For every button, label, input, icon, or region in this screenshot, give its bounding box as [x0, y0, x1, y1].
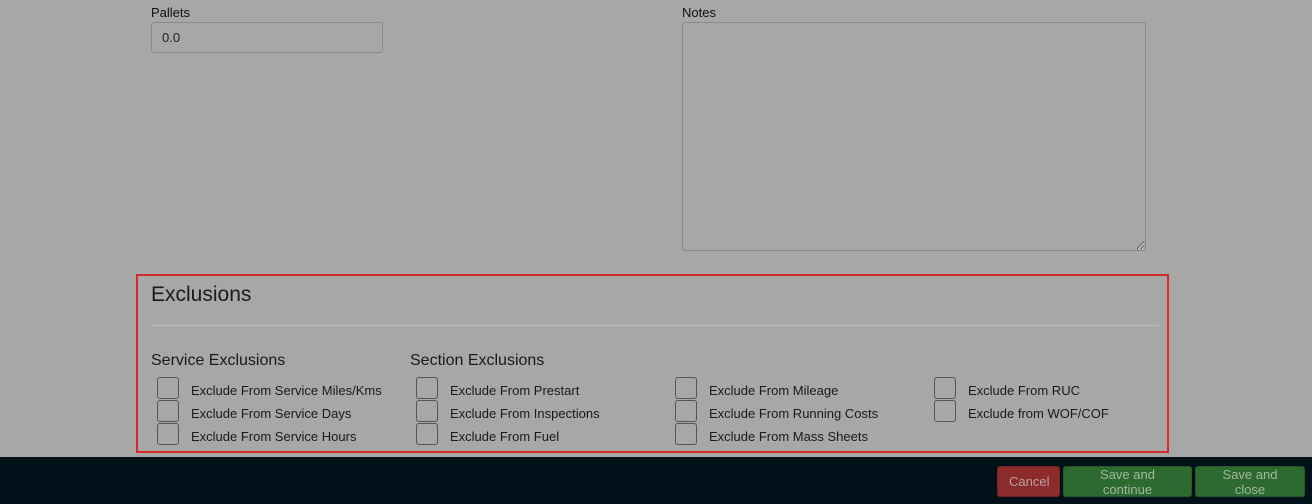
exclusions-divider	[151, 325, 1159, 326]
service-exclusions-heading: Service Exclusions	[151, 352, 286, 369]
checkbox-label: Exclude From Prestart	[450, 383, 580, 398]
footer-bar: Cancel Save and continue Save and close	[0, 457, 1312, 504]
checkbox-box[interactable]	[416, 423, 438, 445]
checkbox-box[interactable]	[675, 423, 697, 445]
checkbox-exclude-service-miles[interactable]: Exclude From Service Miles/Kms	[157, 377, 382, 399]
checkbox-exclude-service-days[interactable]: Exclude From Service Days	[157, 400, 351, 422]
section-exclusions-heading: Section Exclusions	[410, 352, 545, 369]
checkbox-exclude-running-costs[interactable]: Exclude From Running Costs	[675, 400, 878, 422]
checkbox-exclude-service-hours[interactable]: Exclude From Service Hours	[157, 423, 356, 445]
checkbox-label: Exclude From RUC	[968, 383, 1080, 398]
cancel-button[interactable]: Cancel	[997, 466, 1060, 497]
notes-label: Notes	[682, 5, 716, 20]
checkbox-box[interactable]	[934, 400, 956, 422]
checkbox-exclude-wof-cof[interactable]: Exclude from WOF/COF	[934, 400, 1109, 422]
checkbox-box[interactable]	[157, 400, 179, 422]
save-and-close-button[interactable]: Save and close	[1195, 466, 1305, 497]
save-and-continue-button[interactable]: Save and continue	[1063, 466, 1192, 497]
checkbox-exclude-fuel[interactable]: Exclude From Fuel	[416, 423, 559, 445]
checkbox-label: Exclude From Mileage	[709, 383, 839, 398]
checkbox-box[interactable]	[934, 377, 956, 399]
checkbox-box[interactable]	[157, 377, 179, 399]
checkbox-box[interactable]	[675, 400, 697, 422]
exclusions-panel: Exclusions Service Exclusions Section Ex…	[136, 274, 1169, 453]
checkbox-label: Exclude from WOF/COF	[968, 406, 1109, 421]
checkbox-label: Exclude From Running Costs	[709, 406, 879, 421]
pallets-input[interactable]	[151, 22, 383, 53]
exclusions-title: Exclusions	[151, 283, 252, 306]
checkbox-exclude-mass-sheets[interactable]: Exclude From Mass Sheets	[675, 423, 868, 445]
pallets-label: Pallets	[151, 5, 191, 20]
checkbox-exclude-prestart[interactable]: Exclude From Prestart	[416, 377, 579, 399]
checkbox-label: Exclude From Service Days	[191, 406, 352, 421]
checkbox-box[interactable]	[416, 400, 438, 422]
checkbox-box[interactable]	[416, 377, 438, 399]
checkbox-label: Exclude From Service Hours	[191, 429, 357, 444]
checkbox-label: Exclude From Service Miles/Kms	[191, 383, 382, 398]
checkbox-exclude-inspections[interactable]: Exclude From Inspections	[416, 400, 600, 422]
notes-textarea[interactable]	[682, 22, 1146, 251]
checkbox-label: Exclude From Fuel	[450, 429, 560, 444]
checkbox-label: Exclude From Inspections	[450, 406, 600, 421]
checkbox-exclude-mileage[interactable]: Exclude From Mileage	[675, 377, 838, 399]
checkbox-label: Exclude From Mass Sheets	[709, 429, 868, 444]
checkbox-box[interactable]	[157, 423, 179, 445]
checkbox-box[interactable]	[675, 377, 697, 399]
checkbox-exclude-ruc[interactable]: Exclude From RUC	[934, 377, 1080, 399]
